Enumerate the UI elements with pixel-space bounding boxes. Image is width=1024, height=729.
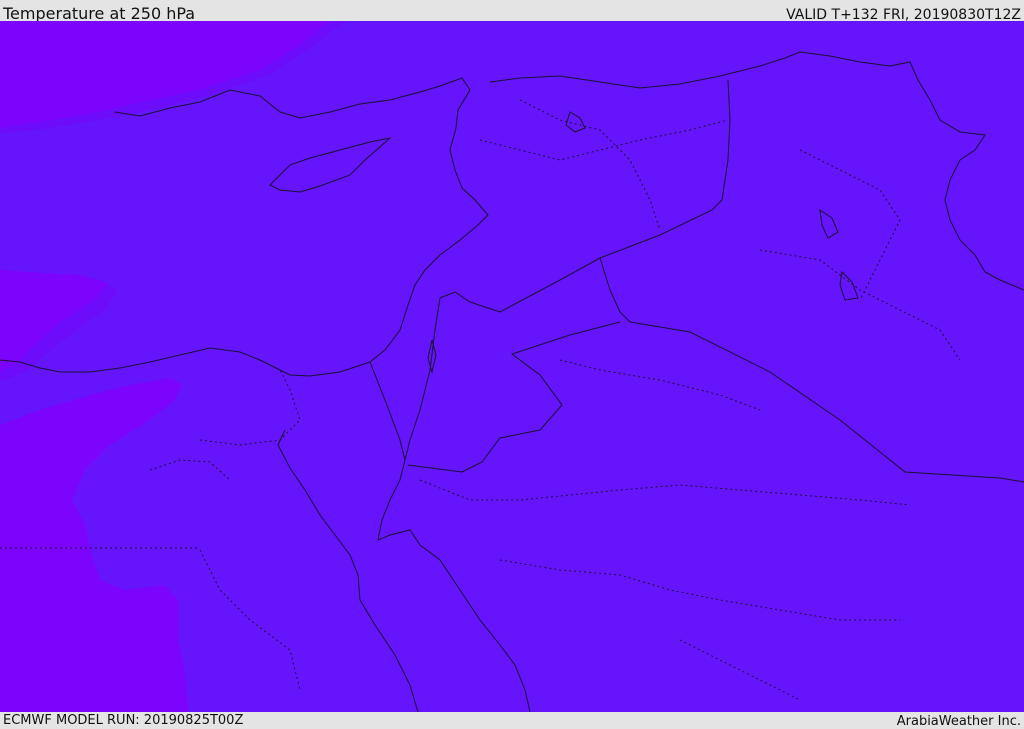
model-run-label: ECMWF MODEL RUN: 20190825T00Z bbox=[3, 713, 244, 728]
credit-label: ArabiaWeather Inc. bbox=[896, 714, 1021, 729]
header-bar: Temperature at 250 hPa VALID T+132 FRI, … bbox=[0, 0, 1024, 23]
weather-map-frame: Temperature at 250 hPa VALID T+132 FRI, … bbox=[0, 0, 1024, 729]
temperature-map bbox=[0, 21, 1024, 712]
